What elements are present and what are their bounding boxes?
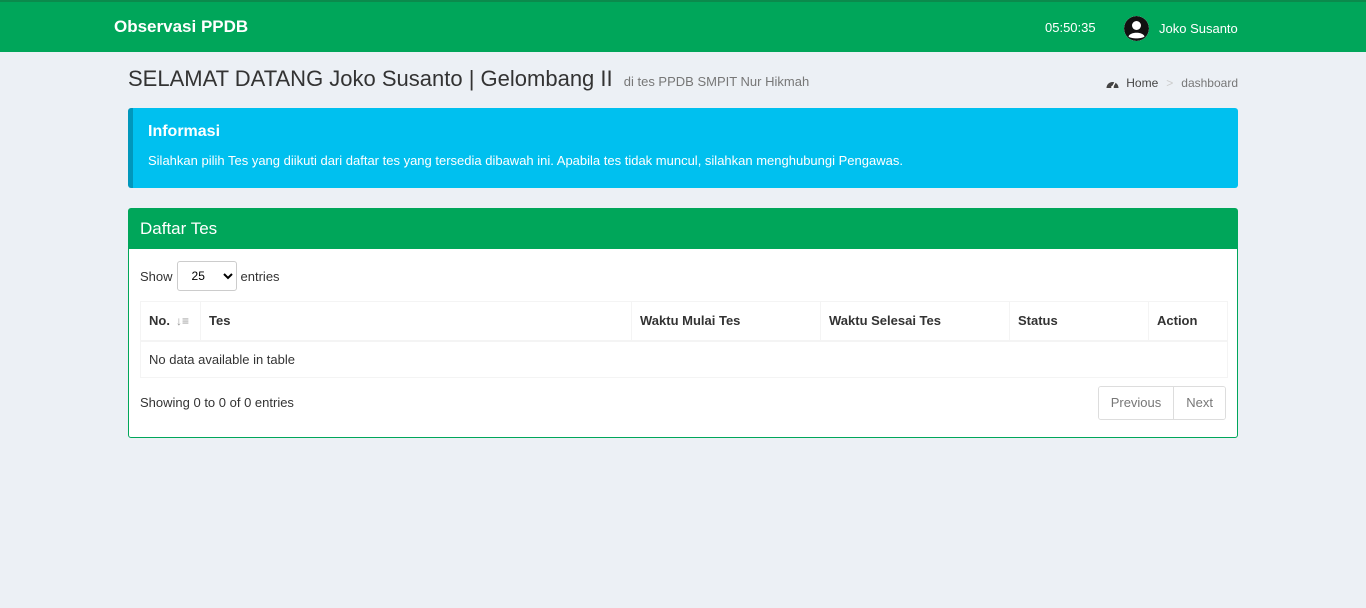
clock: 05:50:35 xyxy=(1045,20,1096,35)
column-header-no[interactable]: No. ↓≡ xyxy=(140,301,201,342)
test-table: No. ↓≡ Tes Waktu Mulai Tes Waktu Selesai … xyxy=(140,301,1228,378)
page-title-text: SELAMAT DATANG Joko Susanto | Gelombang … xyxy=(128,66,613,91)
table-row: No data available in table xyxy=(140,340,1228,378)
sort-amount-down-icon[interactable]: ↓≡ xyxy=(176,314,189,328)
breadcrumb: Home > dashboard xyxy=(1106,76,1238,90)
user-name: Joko Susanto xyxy=(1159,20,1238,36)
page-length-select[interactable]: 25 xyxy=(176,261,237,291)
breadcrumb-current: dashboard xyxy=(1181,76,1238,90)
empty-table-message: No data available in table xyxy=(140,340,1228,378)
breadcrumb-home-link[interactable]: Home xyxy=(1126,76,1158,90)
callout-title: Informasi xyxy=(148,123,221,140)
box-title: Daftar Tes xyxy=(129,209,1237,249)
show-label: Show xyxy=(140,268,173,284)
callout-text: Silahkan pilih Tes yang diikuti dari daf… xyxy=(148,153,903,168)
user-circle-icon xyxy=(1124,15,1149,41)
table-header-row: No. ↓≡ Tes Waktu Mulai Tes Waktu Selesai … xyxy=(140,301,1228,342)
column-header-waktu-selesai[interactable]: Waktu Selesai Tes xyxy=(820,301,1010,342)
page-length-control: Show 25 entries xyxy=(140,261,280,291)
test-list-box: Daftar Tes Show 25 entries No. ↓≡ Tes Wak… xyxy=(128,208,1238,438)
info-callout: Informasi Silahkan pilih Tes yang diikut… xyxy=(128,108,1238,188)
table-info: Showing 0 to 0 of 0 entries xyxy=(140,395,294,410)
previous-button[interactable]: Previous xyxy=(1098,387,1174,419)
next-button[interactable]: Next xyxy=(1173,387,1225,419)
entries-label: entries xyxy=(240,268,280,284)
column-header-waktu-mulai[interactable]: Waktu Mulai Tes xyxy=(631,301,821,342)
column-header-status[interactable]: Status xyxy=(1009,301,1149,342)
top-navbar: Observasi PPDB 05:50:35 Joko Susanto xyxy=(0,0,1366,52)
column-header-tes[interactable]: Tes xyxy=(200,301,632,342)
column-header-action[interactable]: Action xyxy=(1148,301,1228,342)
column-header-label: No. xyxy=(149,313,170,329)
dashboard-icon xyxy=(1106,78,1119,89)
pagination: Previous Next xyxy=(1097,386,1226,420)
brand-logo-text[interactable]: Observasi PPDB xyxy=(114,17,248,37)
page-title: SELAMAT DATANG Joko Susanto | Gelombang … xyxy=(128,66,809,92)
user-menu[interactable]: Joko Susanto xyxy=(1124,15,1238,41)
breadcrumb-separator: > xyxy=(1166,76,1174,90)
page-subtitle: di tes PPDB SMPIT Nur Hikmah xyxy=(623,74,810,89)
